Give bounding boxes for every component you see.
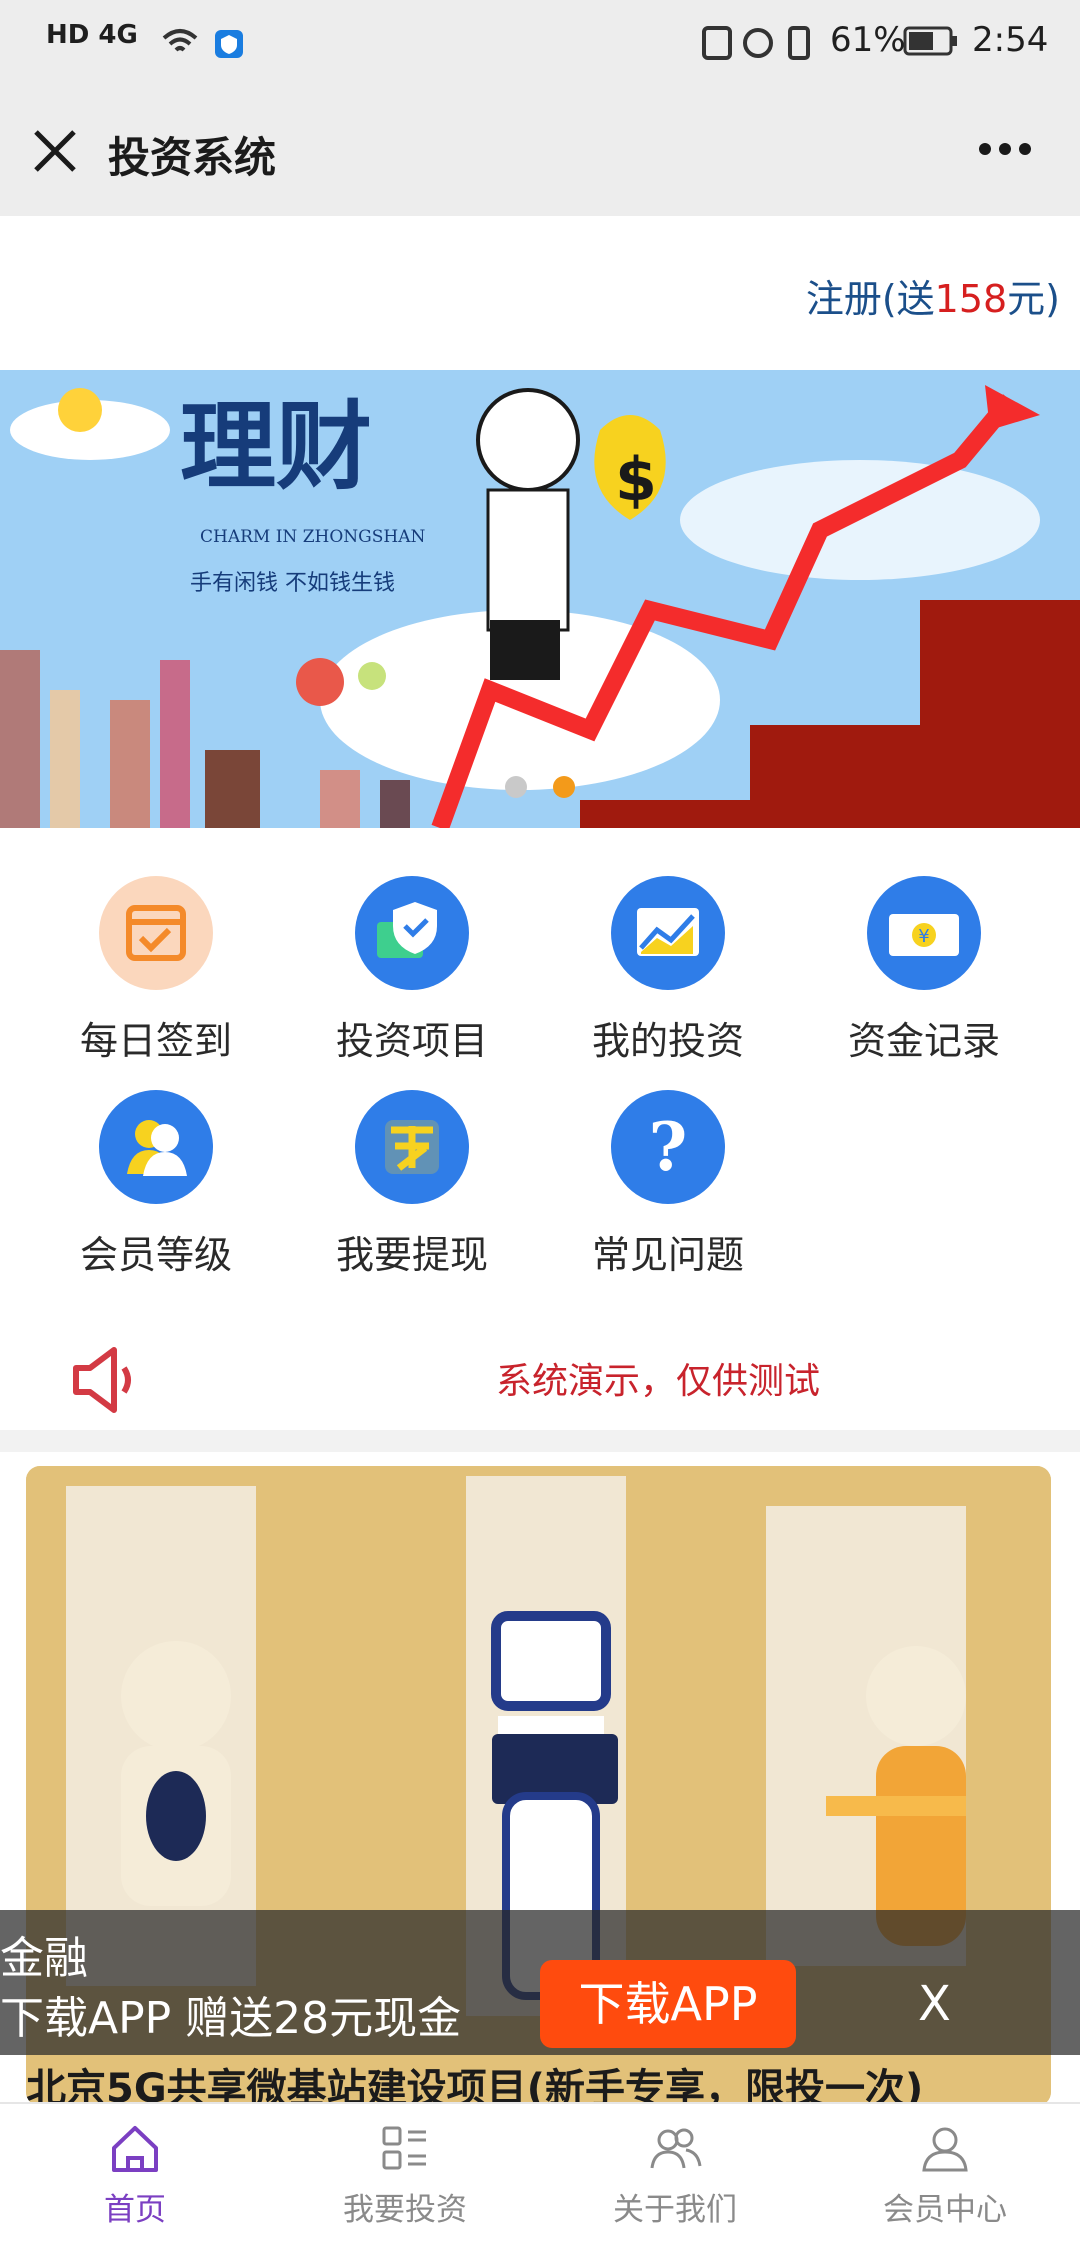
menu-label: 常见问题 [591, 1233, 744, 1277]
download-bar-title: 金融 [0, 1933, 88, 1984]
tab-label: 首页 [104, 2192, 166, 2228]
clock: 2:54 [972, 20, 1049, 60]
banner-subtitle: CHARM IN ZHONGSHAN [200, 527, 425, 547]
network-indicator: HD 4G [46, 20, 138, 50]
menu-label: 资金记录 [847, 1019, 1000, 1063]
wifi-icon [160, 24, 270, 66]
close-download-bar-button[interactable]: X [918, 1976, 951, 2032]
register-suffix: 元) [1007, 277, 1060, 321]
register-link[interactable]: 注册(送158元) [806, 268, 1060, 323]
tab-about[interactable]: 关于我们 [540, 2104, 810, 2246]
menu-item-daily-checkin[interactable]: 每日签到 [36, 876, 276, 1076]
menu-item-withdraw[interactable]: 我要提现 [292, 1090, 532, 1290]
tab-label: 会员中心 [883, 2192, 1007, 2228]
download-bar-subtitle: 下载APP 赠送28元现金 [0, 1993, 462, 2044]
user-icon [922, 2127, 968, 2172]
menu-label: 每日签到 [79, 1019, 232, 1063]
question-icon: ? [611, 1090, 725, 1204]
speaker-icon [68, 1342, 144, 1422]
menu-item-my-investments[interactable]: 我的投资 [548, 876, 788, 1076]
notice-text: 系统演示，仅供测试 [496, 1361, 821, 1402]
menu-label: 会员等级 [79, 1233, 232, 1277]
member-icon [99, 1090, 213, 1204]
tab-member-center[interactable]: 会员中心 [810, 2104, 1080, 2246]
svg-text:$: $ [615, 445, 657, 515]
tab-label: 关于我们 [613, 2192, 737, 2228]
banner-illustration: $ 理财 CHARM IN ZHONGSHAN 手有闲钱 不如钱生钱 [0, 370, 1080, 828]
battery-icon [903, 24, 959, 62]
notice-bar: 系统演示，仅供测试 [0, 1330, 1080, 1430]
banner-carousel[interactable]: $ 理财 CHARM IN ZHONGSHAN 手有闲钱 不如钱生钱 [0, 370, 1080, 828]
menu-item-invest-projects[interactable]: 投资项目 [292, 876, 532, 1076]
home-icon [112, 2126, 158, 2172]
menu-label: 我的投资 [591, 1019, 744, 1063]
calendar-check-icon [99, 876, 213, 990]
register-amount: 158 [934, 277, 1008, 321]
shield-wallet-icon [355, 876, 469, 990]
more-icon[interactable] [975, 129, 1035, 169]
chart-icon [611, 876, 725, 990]
carousel-dot[interactable] [505, 776, 527, 798]
tab-home[interactable]: 首页 [0, 2104, 270, 2246]
download-app-button[interactable]: 下载APP [540, 1960, 796, 2048]
menu-label: 我要提现 [335, 1233, 488, 1277]
status-bar: HD 4G 61% 2:54 [0, 0, 1080, 84]
section-divider [0, 1430, 1080, 1452]
withdraw-icon [355, 1090, 469, 1204]
menu-item-faq[interactable]: ? 常见问题 [548, 1090, 788, 1290]
menu-item-fund-records[interactable]: ¥ 资金记录 [804, 876, 1044, 1076]
battery-percent: 61% [830, 20, 906, 60]
tab-invest[interactable]: 我要投资 [270, 2104, 540, 2246]
money-icon: ¥ [867, 876, 981, 990]
register-prefix: 注册(送 [805, 277, 935, 321]
carousel-dot-active[interactable] [553, 776, 575, 798]
download-app-bar: 金融 下载APP 赠送28元现金 下载APP X [0, 1910, 1080, 2055]
bottom-tab-bar: 首页 我要投资 关于我们 会员中心 [0, 2102, 1080, 2246]
nav-bar: 投资系统 [0, 84, 1080, 216]
users-icon [650, 2128, 702, 2169]
menu-label: 投资项目 [335, 1019, 488, 1063]
close-icon[interactable] [30, 126, 80, 176]
banner-tagline: 手有闲钱 不如钱生钱 [190, 571, 395, 596]
svg-text:?: ? [649, 1108, 688, 1186]
banner-title: 理财 [180, 390, 372, 503]
product-title: 北京5G共享微基站建设项目(新手专享，限投一次) [26, 2066, 924, 2106]
page-title: 投资系统 [108, 133, 277, 182]
nfc-alarm-vibrate-icons [700, 24, 820, 66]
tab-label: 我要投资 [343, 2192, 467, 2228]
svg-text:¥: ¥ [918, 926, 929, 947]
menu-item-member-level[interactable]: 会员等级 [36, 1090, 276, 1290]
list-icon [382, 2126, 426, 2170]
